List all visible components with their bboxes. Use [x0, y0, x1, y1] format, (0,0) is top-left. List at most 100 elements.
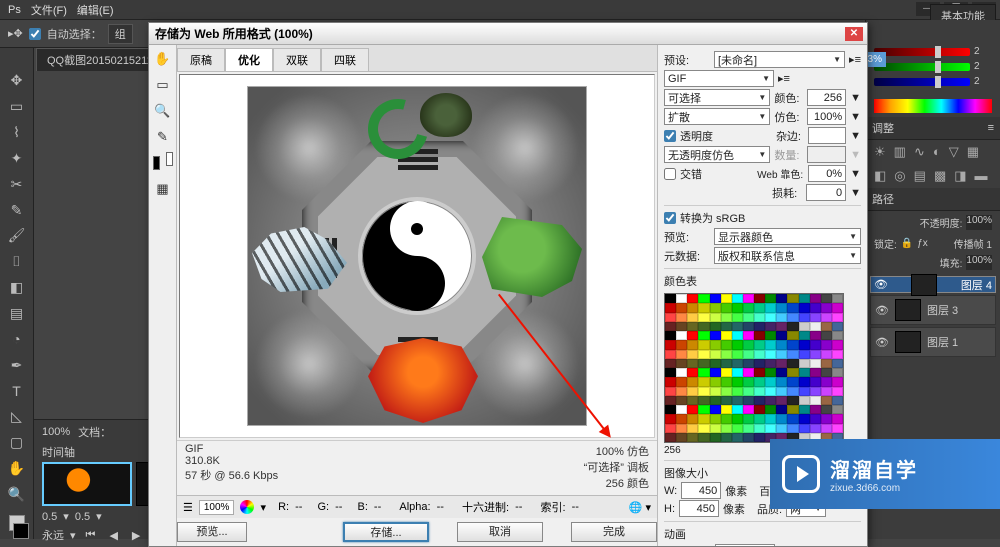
r-slider[interactable]: 2	[874, 46, 992, 57]
colors-field[interactable]: 256	[807, 89, 846, 106]
lossy-field[interactable]: 0	[806, 184, 846, 201]
vibrance-icon[interactable]: ▽	[949, 144, 959, 160]
layer-row[interactable]: 👁图层 1	[870, 327, 996, 357]
zoom-icon[interactable]: 🔍	[153, 101, 173, 121]
paths-panel-header[interactable]: 路径	[866, 188, 1000, 211]
blur-tool-icon[interactable]: ◔	[6, 328, 28, 350]
save-button[interactable]: 存储...	[343, 522, 429, 542]
visibility-icon[interactable]: 👁	[874, 278, 888, 291]
eraser-tool-icon[interactable]: ◧	[6, 277, 28, 299]
matte-select[interactable]	[808, 127, 846, 144]
optimize-menu-icon[interactable]: ▸≡	[778, 72, 790, 85]
autoselect-group[interactable]: 组	[108, 24, 133, 44]
photo-filter-icon[interactable]: ◎	[894, 168, 905, 184]
dialog-close-button[interactable]: ✕	[845, 27, 863, 41]
lookup-icon[interactable]: ▩	[934, 168, 946, 184]
frame-delay[interactable]: 0.5	[42, 511, 57, 523]
invert-icon[interactable]: ◨	[954, 168, 966, 184]
shape-tool-icon[interactable]: ▢	[6, 432, 28, 454]
swatch-icon[interactable]	[153, 153, 173, 173]
opacity-value[interactable]: 100%	[966, 215, 992, 230]
trans-dither-select[interactable]: 无透明度仿色▼	[664, 146, 770, 163]
layer-row[interactable]: 👁图层 4	[870, 276, 996, 293]
preview-select[interactable]: 显示器颜色▼	[714, 228, 861, 245]
fill-value[interactable]: 100%	[966, 255, 992, 270]
move-tool-icon[interactable]: ✥	[6, 70, 28, 92]
slice-icon[interactable]: ▭	[153, 75, 173, 95]
hand-icon[interactable]: ☰	[183, 501, 193, 514]
bw-icon[interactable]: ◧	[874, 168, 886, 184]
tab-optimized[interactable]: 优化	[225, 48, 273, 71]
panel-menu-icon[interactable]: ≡	[988, 122, 994, 134]
tab-twoup[interactable]: 双联	[273, 48, 321, 71]
width-field[interactable]: 450	[681, 482, 721, 499]
swatch-icon[interactable]	[5, 515, 29, 539]
brush-tool-icon[interactable]: 🖌	[6, 225, 28, 247]
marquee-tool-icon[interactable]: ▭	[6, 96, 28, 118]
levels-icon[interactable]: ▥	[894, 144, 906, 160]
lasso-tool-icon[interactable]: ⌇	[6, 122, 28, 144]
zoom-tool-icon[interactable]: 🔍	[6, 483, 28, 505]
color-table[interactable]	[664, 293, 844, 443]
hue-strip[interactable]	[874, 99, 992, 113]
crop-tool-icon[interactable]: ✂	[6, 173, 28, 195]
menu-file[interactable]: 文件(F)	[31, 2, 67, 18]
gradient-tool-icon[interactable]: ▤	[6, 302, 28, 324]
type-tool-icon[interactable]: T	[6, 380, 28, 402]
preset-menu-icon[interactable]: ▸≡	[849, 53, 861, 66]
first-frame-button[interactable]: ⏮	[82, 528, 100, 543]
transparency-checkbox[interactable]	[664, 130, 676, 142]
prev-frame-button[interactable]: ◀	[105, 528, 121, 543]
hue-icon[interactable]: ▦	[967, 144, 979, 160]
tab-original[interactable]: 原稿	[177, 48, 225, 71]
srgb-checkbox[interactable]	[664, 212, 676, 224]
curves-icon[interactable]: ∿	[914, 144, 925, 160]
visibility-icon[interactable]: 👁	[875, 304, 889, 317]
threshold-icon[interactable]: ▬	[975, 168, 988, 184]
play-button[interactable]: ▶	[128, 528, 144, 543]
menu-edit[interactable]: 编辑(E)	[77, 2, 114, 18]
exposure-icon[interactable]: ◐	[933, 144, 941, 160]
tab-fourup[interactable]: 四联	[321, 48, 369, 71]
preview-area[interactable]	[179, 74, 655, 438]
cancel-button[interactable]: 取消	[457, 522, 543, 542]
diffusion-select[interactable]: 扩散▼	[664, 108, 770, 125]
frame-delay[interactable]: 0.5	[75, 511, 90, 523]
interlaced-checkbox[interactable]	[664, 168, 676, 180]
slice-vis-icon[interactable]: ▦	[153, 179, 173, 199]
websnap-field[interactable]: 0%	[808, 165, 846, 182]
preset-select[interactable]: [未命名]▼	[714, 51, 845, 68]
reduction-select[interactable]: 可选择▼	[664, 89, 770, 106]
mixer-icon[interactable]: ▤	[914, 168, 926, 184]
eyedropper-icon[interactable]: ✎	[153, 127, 173, 147]
loop-select[interactable]: 永远▼	[715, 544, 775, 546]
dither-field[interactable]: 100%	[807, 108, 846, 125]
color-chip[interactable]	[240, 500, 254, 514]
done-button[interactable]: 完成	[571, 522, 657, 542]
pen-tool-icon[interactable]: ✒	[6, 354, 28, 376]
dialog-titlebar[interactable]: 存储为 Web 所用格式 (100%) ✕	[149, 23, 867, 45]
zoom-field[interactable]: 100%	[42, 426, 70, 438]
height-field[interactable]: 450	[679, 500, 719, 517]
autoselect-checkbox[interactable]	[29, 28, 41, 40]
adjustments-panel-header[interactable]: 调整≡	[866, 117, 1000, 140]
metadata-select[interactable]: 版权和联系信息▼	[714, 247, 861, 264]
hand-tool-icon[interactable]: ✋	[6, 457, 28, 479]
wand-tool-icon[interactable]: ✦	[6, 147, 28, 169]
b-slider[interactable]: 2	[874, 76, 992, 87]
eyedropper-tool-icon[interactable]: ✎	[6, 199, 28, 221]
zoom-select[interactable]: 100%	[199, 500, 235, 515]
lock-icon[interactable]: 🔒	[901, 238, 913, 249]
path-tool-icon[interactable]: ◺	[6, 406, 28, 428]
frame-thumb[interactable]	[42, 462, 132, 506]
format-select[interactable]: GIF▼	[664, 70, 774, 87]
g-slider[interactable]: 2	[874, 61, 992, 72]
stamp-tool-icon[interactable]: ⌷	[6, 251, 28, 273]
browser-icon[interactable]: 🌐 ▾	[629, 501, 651, 514]
layer-row[interactable]: 👁图层 3	[870, 295, 996, 325]
preview-button[interactable]: 预览...	[177, 522, 247, 542]
visibility-icon[interactable]: 👁	[875, 336, 889, 349]
loop-select[interactable]: 永远	[42, 527, 64, 543]
brightness-icon[interactable]: ☀	[874, 144, 886, 160]
hand-icon[interactable]: ✋	[153, 49, 173, 69]
